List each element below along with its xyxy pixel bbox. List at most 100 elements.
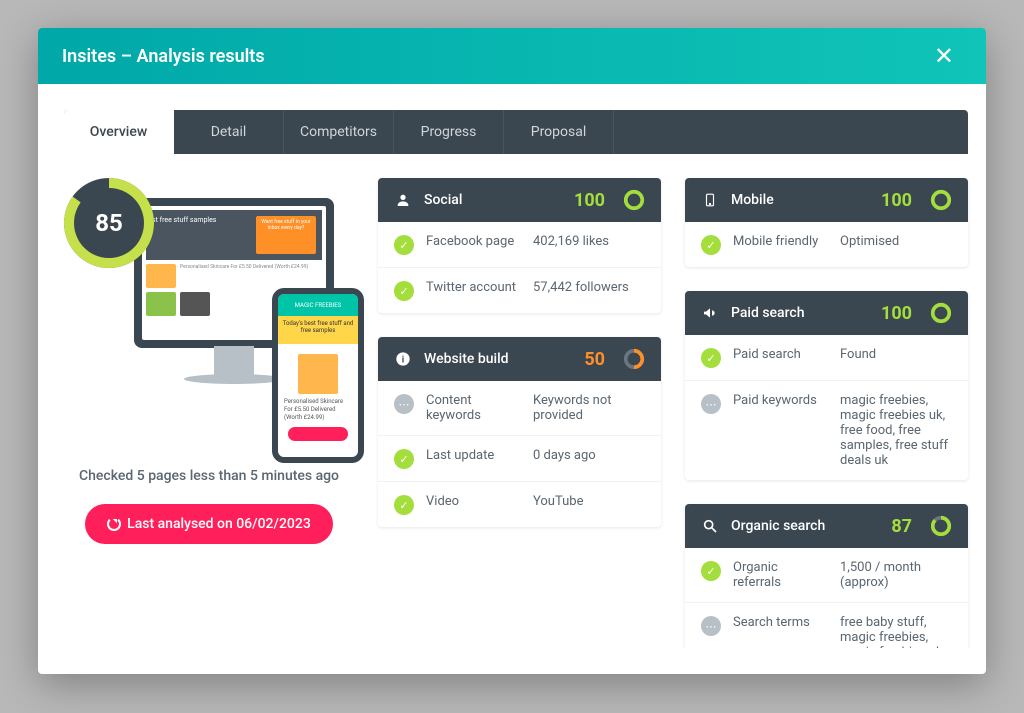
phone-product: Personalised Skincare For £5.50 Delivere… bbox=[284, 398, 352, 421]
svg-text:i: i bbox=[402, 354, 404, 365]
card-title: Organic search bbox=[731, 518, 879, 534]
phone-brand: MAGIC FREEBIES bbox=[278, 294, 358, 316]
table-row: ✓ Organic referrals 1,500 / month (appro… bbox=[685, 548, 968, 603]
table-row: ⋯ Content keywords Keywords not provided bbox=[378, 381, 661, 436]
card-score: 100 bbox=[881, 190, 912, 211]
row-label: Search terms bbox=[733, 615, 828, 630]
row-value: Found bbox=[840, 347, 952, 362]
score-ring-icon bbox=[623, 189, 645, 211]
score-ring-icon bbox=[623, 348, 645, 370]
card-website: i Website build 50 ⋯ bbox=[378, 337, 661, 527]
check-icon: ✓ bbox=[701, 348, 721, 368]
card-title: Website build bbox=[424, 351, 572, 367]
row-value: 402,169 likes bbox=[533, 234, 645, 249]
card-social: Social 100 ✓ Facebook page 402 bbox=[378, 178, 661, 313]
card-mobile: Mobile 100 ✓ Mobile friendly O bbox=[685, 178, 968, 267]
table-row: ✓ Mobile friendly Optimised bbox=[685, 222, 968, 267]
card-header: Social 100 bbox=[378, 178, 661, 222]
megaphone-icon bbox=[701, 304, 719, 322]
card-title: Mobile bbox=[731, 192, 869, 208]
tab-bar: Overview Detail Competitors Progress Pro… bbox=[64, 110, 968, 154]
score-ring-icon bbox=[930, 515, 952, 537]
score-ring-icon bbox=[930, 189, 952, 211]
check-icon: ✓ bbox=[701, 235, 721, 255]
table-row: ⋯ Paid keywords magic freebies, magic fr… bbox=[685, 381, 968, 480]
card-score: 100 bbox=[574, 190, 605, 211]
analyse-label: Last analysed on 06/02/2023 bbox=[127, 516, 311, 532]
row-label: Paid search bbox=[733, 347, 828, 362]
refresh-icon bbox=[107, 517, 121, 531]
score-ring-icon bbox=[930, 302, 952, 324]
cards-col-1: Social 100 ✓ Facebook page 402 bbox=[378, 178, 661, 648]
check-icon: ✓ bbox=[701, 561, 721, 581]
checked-status: Checked 5 pages less than 5 minutes ago bbox=[64, 468, 354, 484]
row-label: Video bbox=[426, 494, 521, 509]
user-icon bbox=[394, 191, 412, 209]
row-label: Content keywords bbox=[426, 393, 521, 423]
cards-col-2: Mobile 100 ✓ Mobile friendly O bbox=[685, 178, 968, 648]
row-value: 0 days ago bbox=[533, 448, 645, 463]
content-scroll[interactable]: Overview Detail Competitors Progress Pro… bbox=[64, 110, 974, 648]
table-row: ✓ Last update 0 days ago bbox=[378, 436, 661, 482]
tab-progress[interactable]: Progress bbox=[394, 110, 504, 154]
row-value: YouTube bbox=[533, 494, 645, 509]
close-icon: ✕ bbox=[934, 42, 954, 70]
card-title: Paid search bbox=[731, 305, 869, 321]
card-score: 50 bbox=[584, 349, 605, 370]
mock-hero-text: st free stuff samples bbox=[152, 216, 250, 254]
ellipsis-icon: ⋯ bbox=[701, 616, 721, 636]
score-number: 85 bbox=[74, 188, 144, 258]
row-value: Keywords not provided bbox=[533, 393, 645, 423]
row-label: Paid keywords bbox=[733, 393, 828, 408]
tab-detail[interactable]: Detail bbox=[174, 110, 284, 154]
tab-proposal[interactable]: Proposal bbox=[504, 110, 614, 154]
card-header: Mobile 100 bbox=[685, 178, 968, 222]
card-paid-search: Paid search 100 ✓ Paid search bbox=[685, 291, 968, 480]
row-label: Twitter account bbox=[426, 280, 521, 295]
check-icon: ✓ bbox=[394, 449, 414, 469]
row-value: magic freebies, magic freebies uk, free … bbox=[840, 393, 952, 468]
tab-overview[interactable]: Overview bbox=[64, 110, 174, 154]
content-grid: st free stuff samples Want free stuff in… bbox=[64, 178, 968, 648]
score-badge: 85 bbox=[64, 178, 154, 268]
row-label: Mobile friendly bbox=[733, 234, 828, 249]
card-header: Organic search 87 bbox=[685, 504, 968, 548]
row-label: Facebook page bbox=[426, 234, 521, 249]
check-icon: ✓ bbox=[394, 235, 414, 255]
phone-mock: MAGIC FREEBIES Today's best free stuff a… bbox=[272, 288, 364, 463]
ellipsis-icon: ⋯ bbox=[701, 394, 721, 414]
row-label: Organic referrals bbox=[733, 560, 828, 590]
table-row: ⋯ Search terms free baby stuff, magic fr… bbox=[685, 603, 968, 648]
check-icon: ✓ bbox=[394, 281, 414, 301]
modal-header: Insites – Analysis results ✕ bbox=[38, 28, 986, 84]
tab-competitors[interactable]: Competitors bbox=[284, 110, 394, 154]
table-row: ✓ Twitter account 57,442 followers bbox=[378, 268, 661, 313]
row-label: Last update bbox=[426, 448, 521, 463]
row-value: Optimised bbox=[840, 234, 952, 249]
card-header: i Website build 50 bbox=[378, 337, 661, 381]
card-score: 87 bbox=[891, 516, 912, 537]
modal-body: Overview Detail Competitors Progress Pro… bbox=[38, 84, 986, 674]
card-header: Paid search 100 bbox=[685, 291, 968, 335]
mobile-icon bbox=[701, 191, 719, 209]
close-button[interactable]: ✕ bbox=[926, 40, 962, 72]
phone-banner: Today's best free stuff and free samples bbox=[278, 316, 358, 344]
row-value: free baby stuff, magic freebies, magic f… bbox=[840, 615, 952, 648]
row-value: 1,500 / month (approx) bbox=[840, 560, 952, 590]
modal-title: Insites – Analysis results bbox=[62, 46, 265, 67]
ellipsis-icon: ⋯ bbox=[394, 394, 414, 414]
row-value: 57,442 followers bbox=[533, 280, 645, 295]
search-icon bbox=[701, 517, 719, 535]
card-score: 100 bbox=[881, 303, 912, 324]
card-organic-search: Organic search 87 ✓ Organic referrals bbox=[685, 504, 968, 648]
table-row: ✓ Paid search Found bbox=[685, 335, 968, 381]
score-visual: st free stuff samples Want free stuff in… bbox=[64, 178, 354, 458]
last-analysed-button[interactable]: Last analysed on 06/02/2023 bbox=[85, 504, 333, 544]
analysis-modal: Insites – Analysis results ✕ Overview De… bbox=[38, 28, 986, 674]
cards-columns: Social 100 ✓ Facebook page 402 bbox=[378, 178, 968, 648]
card-title: Social bbox=[424, 192, 562, 208]
check-icon: ✓ bbox=[394, 495, 414, 515]
mock-cta: Want free stuff in your inbox every day? bbox=[256, 216, 316, 254]
info-icon: i bbox=[394, 350, 412, 368]
table-row: ✓ Video YouTube bbox=[378, 482, 661, 527]
